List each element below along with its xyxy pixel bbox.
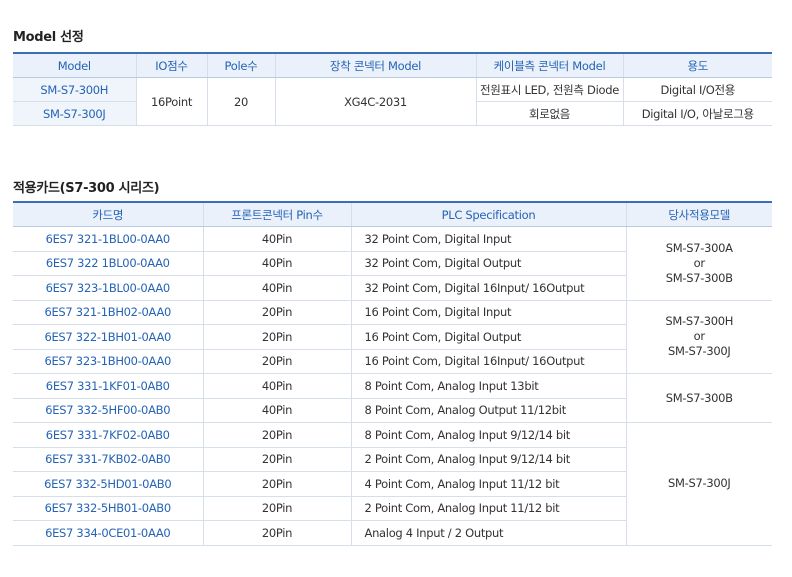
pin-count-cell: 20Pin: [202, 447, 351, 472]
applied-model-line: SM-S7-300B: [665, 270, 733, 285]
applied-model-group: SM-S7-300H or SM-S7-300J: [625, 300, 772, 374]
card-name-cell: 6ES7 322 1BL00-0AA0: [13, 251, 203, 276]
header-row: Model IO점수 Pole수 장착 콘넥터 Model 케이블측 콘넥터 M…: [13, 53, 772, 78]
applied-model-or: or: [693, 329, 705, 344]
applied-model-group: SM-S7-300J: [625, 422, 772, 546]
pin-count-cell: 20Pin: [202, 520, 351, 546]
pin-count-cell: 20Pin: [202, 471, 351, 497]
card-name-cell: 6ES7 321-1BL00-0AA0: [13, 226, 203, 252]
header-plc-spec: PLC Specification: [350, 202, 626, 227]
card-name-cell: 6ES7 323-1BL00-0AA0: [13, 275, 203, 301]
header-pole-count: Pole수: [206, 53, 275, 78]
pin-count-cell: 40Pin: [202, 251, 351, 276]
header-mount-connector: 장착 콘넥터 Model: [274, 53, 476, 78]
model-name-cell: SM-S7-300J: [13, 101, 136, 126]
applied-model-line: SM-S7-300J: [668, 344, 731, 359]
io-points-cell: 16Point: [135, 77, 207, 126]
model-table: Model IO점수 Pole수 장착 콘넥터 Model 케이블측 콘넥터 M…: [13, 52, 772, 126]
applied-model-group: SM-S7-300B: [625, 373, 772, 423]
applied-model-line: SM-S7-300H: [665, 314, 734, 329]
table-row: SM-S7-300H 16Point 20 XG4C-2031 전원표시 LED…: [13, 77, 772, 126]
pin-count-cell: 20Pin: [202, 300, 351, 325]
cable-connector-cell: 전원표시 LED, 전원측 Diode: [475, 77, 623, 102]
header-io-points: IO점수: [135, 53, 207, 78]
pin-count-cell: 20Pin: [202, 349, 351, 374]
header-model: Model: [13, 53, 136, 78]
applied-model-or: or: [693, 255, 705, 270]
table-row: 6ES7 331-1KF01-0AB0 40Pin 8 Point Com, A…: [13, 373, 772, 423]
header-card-name: 카드명: [13, 202, 203, 227]
applied-model-line: SM-S7-300A: [665, 240, 733, 255]
header-pin-count: 프론트콘넥터 Pin수: [202, 202, 351, 227]
card-name-cell: 6ES7 331-7KB02-0AB0: [13, 447, 203, 472]
spec-cell: 8 Point Com, Analog Input 9/12/14 bit: [350, 422, 626, 448]
applied-model-group: SM-S7-300A or SM-S7-300B: [625, 226, 772, 301]
usage-cell: Digital I/O, 아날로그용: [622, 101, 772, 126]
pin-count-cell: 20Pin: [202, 422, 351, 448]
header-applied-model: 당사적용모델: [625, 202, 772, 227]
spec-cell: 4 Point Com, Analog Input 11/12 bit: [350, 471, 626, 497]
pin-count-cell: 40Pin: [202, 398, 351, 423]
card-name-cell: 6ES7 332-5HD01-0AB0: [13, 471, 203, 497]
model-name-cell: SM-S7-300H: [13, 77, 136, 102]
card-name-cell: 6ES7 321-1BH02-0AA0: [13, 300, 203, 325]
spec-cell: 16 Point Com, Digital Output: [350, 324, 626, 350]
pin-count-cell: 20Pin: [202, 324, 351, 350]
card-table: 카드명 프론트콘넥터 Pin수 PLC Specification 당사적용모델…: [13, 201, 772, 546]
spec-cell: 32 Point Com, Digital Output: [350, 251, 626, 276]
applied-model-line: SM-S7-300J: [668, 476, 731, 491]
applied-model-line: SM-S7-300B: [665, 390, 733, 405]
section-title-cards: 적용카드(S7-300 시리즈): [13, 181, 160, 196]
table-row: 6ES7 321-1BH02-0AA0 20Pin 16 Point Com, …: [13, 300, 772, 374]
card-name-cell: 6ES7 322-1BH01-0AA0: [13, 324, 203, 350]
table-row: 6ES7 331-7KF02-0AB0 20Pin 8 Point Com, A…: [13, 422, 772, 546]
card-name-cell: 6ES7 331-1KF01-0AB0: [13, 373, 203, 399]
pin-count-cell: 40Pin: [202, 275, 351, 301]
spec-cell: 8 Point Com, Analog Output 11/12bit: [350, 398, 626, 423]
spec-cell: 16 Point Com, Digital Input: [350, 300, 626, 325]
card-name-cell: 6ES7 334-0CE01-0AA0: [13, 520, 203, 546]
pin-count-cell: 20Pin: [202, 496, 351, 521]
spec-cell: 32 Point Com, Digital Input: [350, 226, 626, 252]
header-usage: 용도: [622, 53, 772, 78]
header-row: 카드명 프론트콘넥터 Pin수 PLC Specification 당사적용모델: [13, 202, 772, 227]
card-name-cell: 6ES7 332-5HF00-0AB0: [13, 398, 203, 423]
card-name-cell: 6ES7 323-1BH00-0AA0: [13, 349, 203, 374]
spec-cell: 32 Point Com, Digital 16Input/ 16Output: [350, 275, 626, 301]
section-title-model: Model 선정: [13, 30, 84, 45]
pole-count-cell: 20: [206, 77, 275, 126]
card-name-cell: 6ES7 331-7KF02-0AB0: [13, 422, 203, 448]
mount-connector-cell: XG4C-2031: [274, 77, 476, 126]
table-row: 6ES7 321-1BL00-0AA0 40Pin 32 Point Com, …: [13, 226, 772, 301]
spec-cell: 16 Point Com, Digital 16Input/ 16Output: [350, 349, 626, 374]
header-cable-connector: 케이블측 콘넥터 Model: [475, 53, 623, 78]
spec-cell: 2 Point Com, Analog Input 9/12/14 bit: [350, 447, 626, 472]
spec-cell: 8 Point Com, Analog Input 13bit: [350, 373, 626, 399]
pin-count-cell: 40Pin: [202, 373, 351, 399]
cable-connector-cell: 회로없음: [475, 101, 623, 126]
card-name-cell: 6ES7 332-5HB01-0AB0: [13, 496, 203, 521]
spec-cell: 2 Point Com, Analog Input 11/12 bit: [350, 496, 626, 521]
usage-cell: Digital I/O전용: [622, 77, 772, 102]
pin-count-cell: 40Pin: [202, 226, 351, 252]
spec-cell: Analog 4 Input / 2 Output: [350, 520, 626, 546]
